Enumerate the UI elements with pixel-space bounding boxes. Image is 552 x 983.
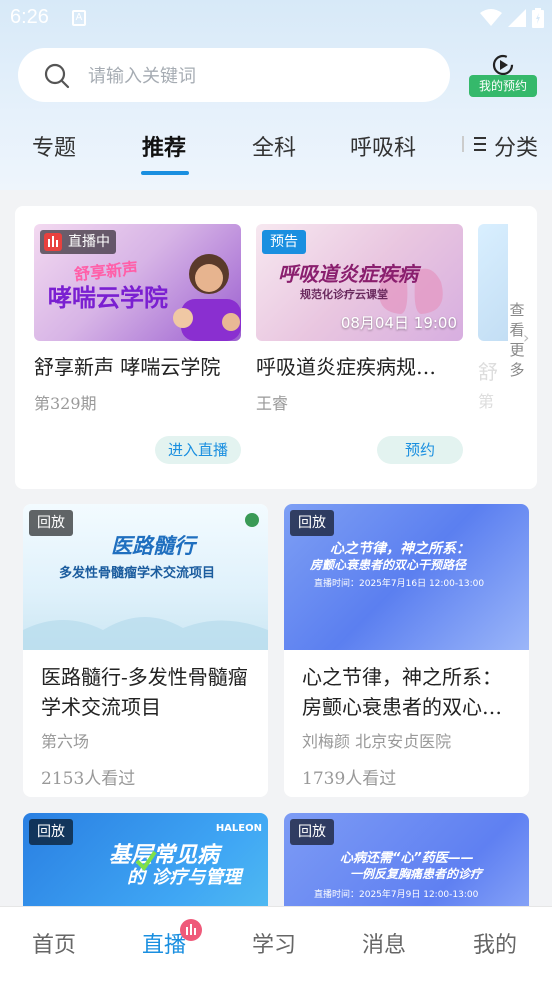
live-card-title: 舒享新声 哮喘云学院 (34, 355, 221, 379)
wifi-icon (480, 9, 502, 26)
replay-subtitle: 刘梅颜 北京安贞医院 (302, 732, 452, 751)
live-card-subtitle: 第329期 (34, 394, 97, 413)
live-badge: 直播中 (40, 230, 116, 254)
replay-card[interactable]: 回放 心之节律，神之所系： 房颤心衰患者的双心干预路径 直播时间：2025年7月… (284, 504, 529, 797)
notification-icon: A (72, 10, 86, 26)
preview-card-subtitle: 王睿 (256, 394, 289, 413)
replay-title: 医路髓行-多发性骨髓瘤学术交流项目 (41, 665, 248, 719)
live-panel: 直播中 舒享新声 哮喘云学院 舒享新声 哮喘云学院 第329期 预告 呼吸道炎症… (15, 206, 537, 489)
reserve-button[interactable]: 预约 (377, 436, 463, 464)
replay-badge: 回放 (29, 819, 73, 845)
status-icons (480, 8, 544, 28)
preview-datetime: 08月04日 19:00 (340, 314, 457, 332)
search-placeholder: 请输入关键词 (88, 66, 196, 87)
tab-respiratory[interactable]: 呼吸科 (350, 130, 416, 162)
replay-badge: 回放 (29, 510, 73, 536)
search-bar[interactable]: 请输入关键词 (18, 48, 450, 102)
category-menu-icon[interactable] (472, 134, 488, 154)
category-tabs: 专题 推荐 全科 呼吸科 分类 (0, 118, 552, 178)
enter-live-button[interactable]: 进入直播 (155, 436, 241, 464)
battery-icon (532, 8, 544, 28)
replay-thumb-line3: 直播时间：2025年7月16日 12:00-13:00 (314, 579, 485, 589)
live-card[interactable]: 直播中 舒享新声 哮喘云学院 舒享新声 哮喘云学院 第329期 (34, 224, 241, 414)
mountain-graphic (23, 616, 268, 650)
preview-badge: 预告 (262, 230, 306, 254)
live-indicator-icon (180, 919, 202, 941)
replay-views: 1739人看过 (302, 769, 397, 789)
replay-thumb-line1: 医路髓行 (111, 534, 195, 558)
replay-thumbnail: 回放 心之节律，神之所系： 房颤心衰患者的双心干预路径 直播时间：2025年7月… (284, 504, 529, 650)
replay-thumb-line3: 直播时间：2025年7月9日 12:00-13:00 (314, 890, 479, 900)
bottom-nav: 首页 直播 学习 消息 我的 (0, 906, 552, 983)
emblem-icon (245, 513, 259, 527)
live-badge-text: 直播中 (68, 234, 110, 250)
tab-topics[interactable]: 专题 (32, 130, 76, 162)
replay-card[interactable]: 回放 医路髓行 多发性骨髓瘤学术交流项目 医路髓行-多发性骨髓瘤学术交流项目 第… (23, 504, 268, 797)
replay-views: 2153人看过 (41, 769, 136, 789)
preview-card[interactable]: 预告 呼吸道炎症疾病 规范化诊疗云课堂 08月04日 19:00 呼吸道炎症疾病… (256, 224, 463, 414)
live-bars-icon (44, 233, 62, 251)
replay-thumb-line1: 心病还需“心”药医—— (340, 851, 474, 866)
preview-thumb-line2: 规范化诊疗云课堂 (300, 288, 388, 301)
status-bar: 6:26 A (0, 0, 552, 38)
replay-badge: 回放 (290, 510, 334, 536)
replay-subtitle: 第六场 (41, 732, 90, 751)
replay-thumbnail: 回放 医路髓行 多发性骨髓瘤学术交流项目 (23, 504, 268, 650)
preview-card-title: 呼吸道炎症疾病规… (256, 355, 436, 379)
peek-card-thumbnail[interactable] (478, 224, 508, 341)
nav-messages[interactable]: 消息 (362, 927, 406, 959)
peek-card-subtitle: 第 (478, 392, 495, 411)
chevron-right-icon: › (523, 328, 530, 347)
active-tab-indicator (141, 171, 189, 175)
my-booking-button[interactable]: 我的预约 (468, 54, 538, 98)
tab-categories[interactable]: 分类 (494, 130, 538, 162)
checkmark-icon (135, 850, 157, 871)
nav-mine[interactable]: 我的 (473, 927, 517, 959)
replay-title: 心之节律，神之所系：房颤心衰患者的双心… (302, 665, 502, 719)
preview-thumbnail: 预告 呼吸道炎症疾病 规范化诊疗云课堂 08月04日 19:00 (256, 224, 463, 341)
presenter-photo (173, 254, 241, 341)
live-thumbnail: 直播中 舒享新声 哮喘云学院 (34, 224, 241, 341)
replay-thumb-line2: 房颤心衰患者的双心干预路径 (310, 558, 467, 572)
replay-badge: 回放 (290, 819, 334, 845)
header-area: 6:26 A 请输入关键词 我的预约 专题 推荐 全科 呼吸科 分类 (0, 0, 552, 190)
live-thumb-line2: 哮喘云学院 (48, 284, 168, 312)
nav-home[interactable]: 首页 (32, 927, 76, 959)
status-time: 6:26 (10, 6, 49, 28)
tab-divider (462, 136, 464, 152)
my-booking-label: 我的预约 (469, 75, 537, 97)
replay-thumb-line1: 心之节律，神之所系： (330, 541, 470, 557)
search-icon (44, 63, 70, 89)
nav-learn[interactable]: 学习 (252, 927, 296, 959)
replay-brand: HALEON (215, 823, 262, 834)
peek-card-title: 舒 (478, 360, 498, 384)
tab-recommended[interactable]: 推荐 (142, 130, 186, 162)
replay-thumb-line2: 一例反复胸痛患者的诊疗 (350, 867, 483, 881)
preview-thumb-line1: 呼吸道炎症疾病 (278, 262, 418, 286)
replay-thumb-line2: 多发性骨髓瘤学术交流项目 (59, 566, 216, 581)
signal-icon (508, 9, 526, 27)
tab-general[interactable]: 全科 (252, 130, 296, 162)
